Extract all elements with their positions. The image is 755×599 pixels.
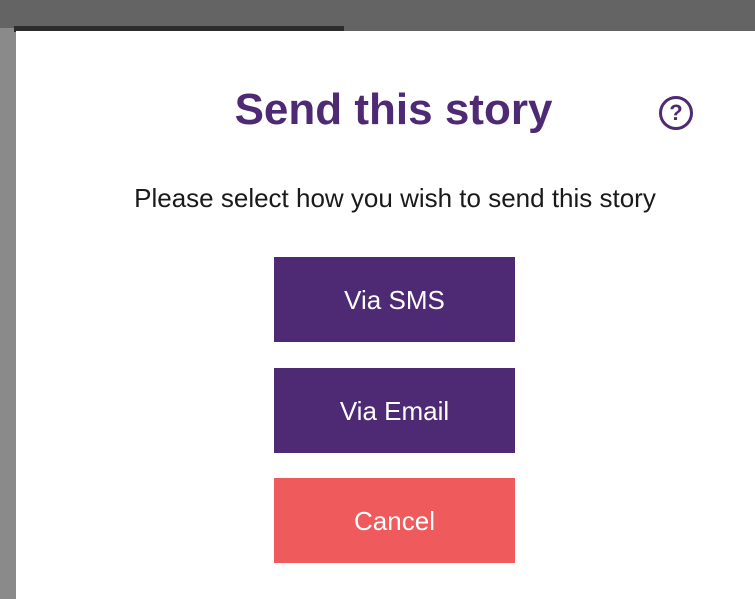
help-icon[interactable]: ? <box>659 96 693 130</box>
dialog-instructions: Please select how you wish to send this … <box>134 183 656 213</box>
cancel-button[interactable]: Cancel <box>274 478 515 563</box>
dialog-title: Send this story <box>234 85 553 134</box>
via-email-button[interactable]: Via Email <box>274 368 515 453</box>
via-sms-button[interactable]: Via SMS <box>274 257 515 342</box>
